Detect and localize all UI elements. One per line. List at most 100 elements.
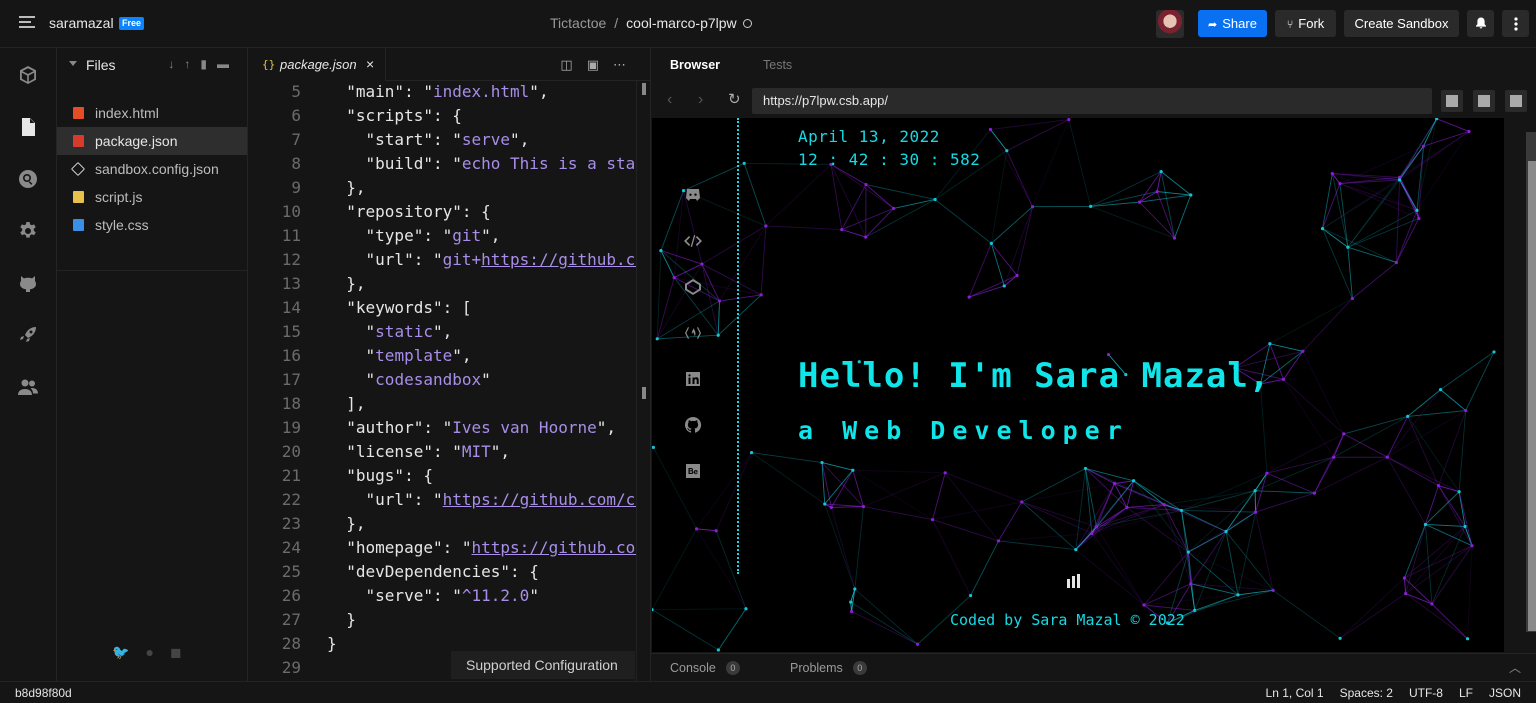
code-line[interactable]: 5 "main": "index.html", — [248, 81, 636, 104]
file-item[interactable]: index.html — [57, 99, 247, 127]
sandbox-name[interactable]: cool-marco-p7lpw — [626, 15, 736, 31]
forward-arrow-icon[interactable]: › — [698, 91, 703, 109]
network-node — [1346, 245, 1350, 249]
responsive-view-icon[interactable] — [1441, 90, 1463, 112]
fork-button[interactable]: ⑂ Fork — [1275, 10, 1336, 37]
explorer-title[interactable]: Files — [86, 57, 116, 73]
editor-scrollbar[interactable] — [636, 81, 650, 681]
network-node — [1332, 455, 1336, 459]
new-folder-icon[interactable]: ▬ — [217, 57, 239, 71]
gear-icon[interactable] — [18, 221, 38, 241]
code-line[interactable]: 23 }, — [248, 512, 636, 536]
github-icon[interactable] — [18, 273, 38, 293]
network-node — [1436, 484, 1441, 488]
toggle-layout-icon[interactable] — [1505, 90, 1527, 112]
scroll-thumb[interactable] — [1528, 161, 1536, 631]
network-link — [1143, 583, 1191, 606]
code-icon[interactable] — [684, 232, 702, 250]
network-link — [1032, 119, 1070, 207]
twitter-icon[interactable]: 🐦 — [112, 644, 145, 660]
notifications-bell-icon[interactable] — [1467, 10, 1494, 37]
cursor-position[interactable]: Ln 1, Col 1 — [1266, 686, 1324, 700]
tab-tests[interactable]: Tests — [763, 58, 792, 72]
code-line[interactable]: 8 "build": "echo This is a stati — [248, 152, 636, 176]
site-preview[interactable]: April 13, 2022 12 : 42 : 30 : 582 Hello!… — [652, 118, 1504, 652]
code-line[interactable]: 15 "static", — [248, 320, 636, 344]
discord-icon[interactable] — [684, 186, 702, 204]
code-line[interactable]: 27 } — [248, 608, 636, 632]
code-line[interactable]: 14 "keywords": [ — [248, 296, 636, 320]
url-input[interactable]: https://p7lpw.csb.app/ — [752, 88, 1432, 114]
file-item[interactable]: script.js — [57, 183, 247, 211]
code-line[interactable]: 11 "type": "git", — [248, 224, 636, 248]
code-line[interactable]: 10 "repository": { — [248, 200, 636, 224]
create-sandbox-button[interactable]: Create Sandbox — [1344, 10, 1459, 37]
code-line[interactable]: 6 "scripts": { — [248, 104, 636, 128]
collapse-caret-icon[interactable] — [69, 61, 77, 66]
code-line[interactable]: 21 "bugs": { — [248, 464, 636, 488]
user-name[interactable]: saramazal — [49, 15, 114, 31]
more-options-icon[interactable] — [1502, 10, 1529, 37]
tab-package-json[interactable]: {} package.json × — [248, 48, 386, 81]
tab-browser[interactable]: Browser — [670, 58, 720, 72]
code-line[interactable]: 18 ], — [248, 392, 636, 416]
new-file-icon[interactable]: ▮ — [200, 57, 217, 71]
close-icon[interactable]: × — [366, 56, 374, 72]
explorer-file-icon[interactable] — [18, 117, 38, 137]
linkedin-icon[interactable] — [684, 370, 702, 388]
code-line[interactable]: 22 "url": "https://github.com/cod — [248, 488, 636, 512]
more-icon[interactable]: ⋯ — [613, 57, 640, 72]
back-arrow-icon[interactable]: ‹ — [667, 91, 672, 109]
encoding[interactable]: UTF-8 — [1409, 686, 1443, 700]
project-name[interactable]: Tictactoe — [550, 15, 606, 31]
code-line[interactable]: 17 "codesandbox" — [248, 368, 636, 392]
code-line[interactable]: 26 "serve": "^11.2.0" — [248, 584, 636, 608]
upload-icon[interactable]: ↑ — [184, 57, 200, 71]
globe-icon[interactable] — [742, 19, 752, 28]
line-ending[interactable]: LF — [1459, 686, 1473, 700]
github-icon[interactable]: ● — [145, 644, 169, 660]
preview-scrollbar[interactable] — [1504, 118, 1536, 652]
deploy-rocket-icon[interactable] — [18, 325, 38, 345]
problems-tab[interactable]: Problems 0 — [790, 661, 867, 675]
share-button[interactable]: ➦ Share — [1198, 10, 1267, 37]
freecodecamp-icon[interactable] — [684, 324, 702, 342]
code-area[interactable]: 5 "main": "index.html", 6 "scripts": {7 "… — [248, 81, 636, 681]
open-new-window-icon[interactable] — [1473, 90, 1495, 112]
network-node — [851, 468, 855, 472]
indentation[interactable]: Spaces: 2 — [1340, 686, 1393, 700]
split-view-icon[interactable]: ◫ — [560, 57, 586, 72]
file-item[interactable]: package.json — [57, 127, 247, 155]
network-link — [998, 532, 1092, 542]
search-icon[interactable] — [18, 169, 38, 189]
discord-icon[interactable]: ◼ — [170, 644, 198, 660]
github-icon[interactable] — [684, 416, 702, 434]
code-text: } — [327, 610, 356, 629]
console-tab[interactable]: Console 0 — [670, 661, 740, 675]
code-line[interactable]: 7 "start": "serve", — [248, 128, 636, 152]
code-line[interactable]: 19 "author": "Ives van Hoorne", — [248, 416, 636, 440]
chevron-up-icon[interactable]: ︿ — [1509, 659, 1521, 676]
audio-toggle-icon[interactable] — [1067, 574, 1083, 588]
behance-icon[interactable] — [684, 462, 702, 480]
explorer-tools: ↓↑▮▬ — [168, 57, 239, 71]
language-mode[interactable]: JSON — [1489, 686, 1521, 700]
download-icon[interactable]: ↓ — [168, 57, 184, 71]
network-link — [1096, 526, 1145, 606]
code-line[interactable]: 24 "homepage": "https://github.com/ — [248, 536, 636, 560]
code-line[interactable]: 12 "url": "git+https://github.com — [248, 248, 636, 272]
code-line[interactable]: 9 }, — [248, 176, 636, 200]
avatar[interactable] — [1156, 10, 1184, 38]
live-users-icon[interactable] — [18, 377, 38, 397]
code-line[interactable]: 25 "devDependencies": { — [248, 560, 636, 584]
menu-icon[interactable] — [19, 16, 35, 30]
reload-icon[interactable]: ↻ — [728, 90, 741, 108]
file-item[interactable]: sandbox.config.json — [57, 155, 247, 183]
sandbox-info-cube-icon[interactable] — [18, 65, 38, 85]
file-item[interactable]: style.css — [57, 211, 247, 239]
code-line[interactable]: 16 "template", — [248, 344, 636, 368]
code-line[interactable]: 13 }, — [248, 272, 636, 296]
open-preview-icon[interactable]: ▣ — [587, 57, 613, 72]
code-line[interactable]: 20 "license": "MIT", — [248, 440, 636, 464]
codepen-icon[interactable] — [684, 278, 702, 296]
